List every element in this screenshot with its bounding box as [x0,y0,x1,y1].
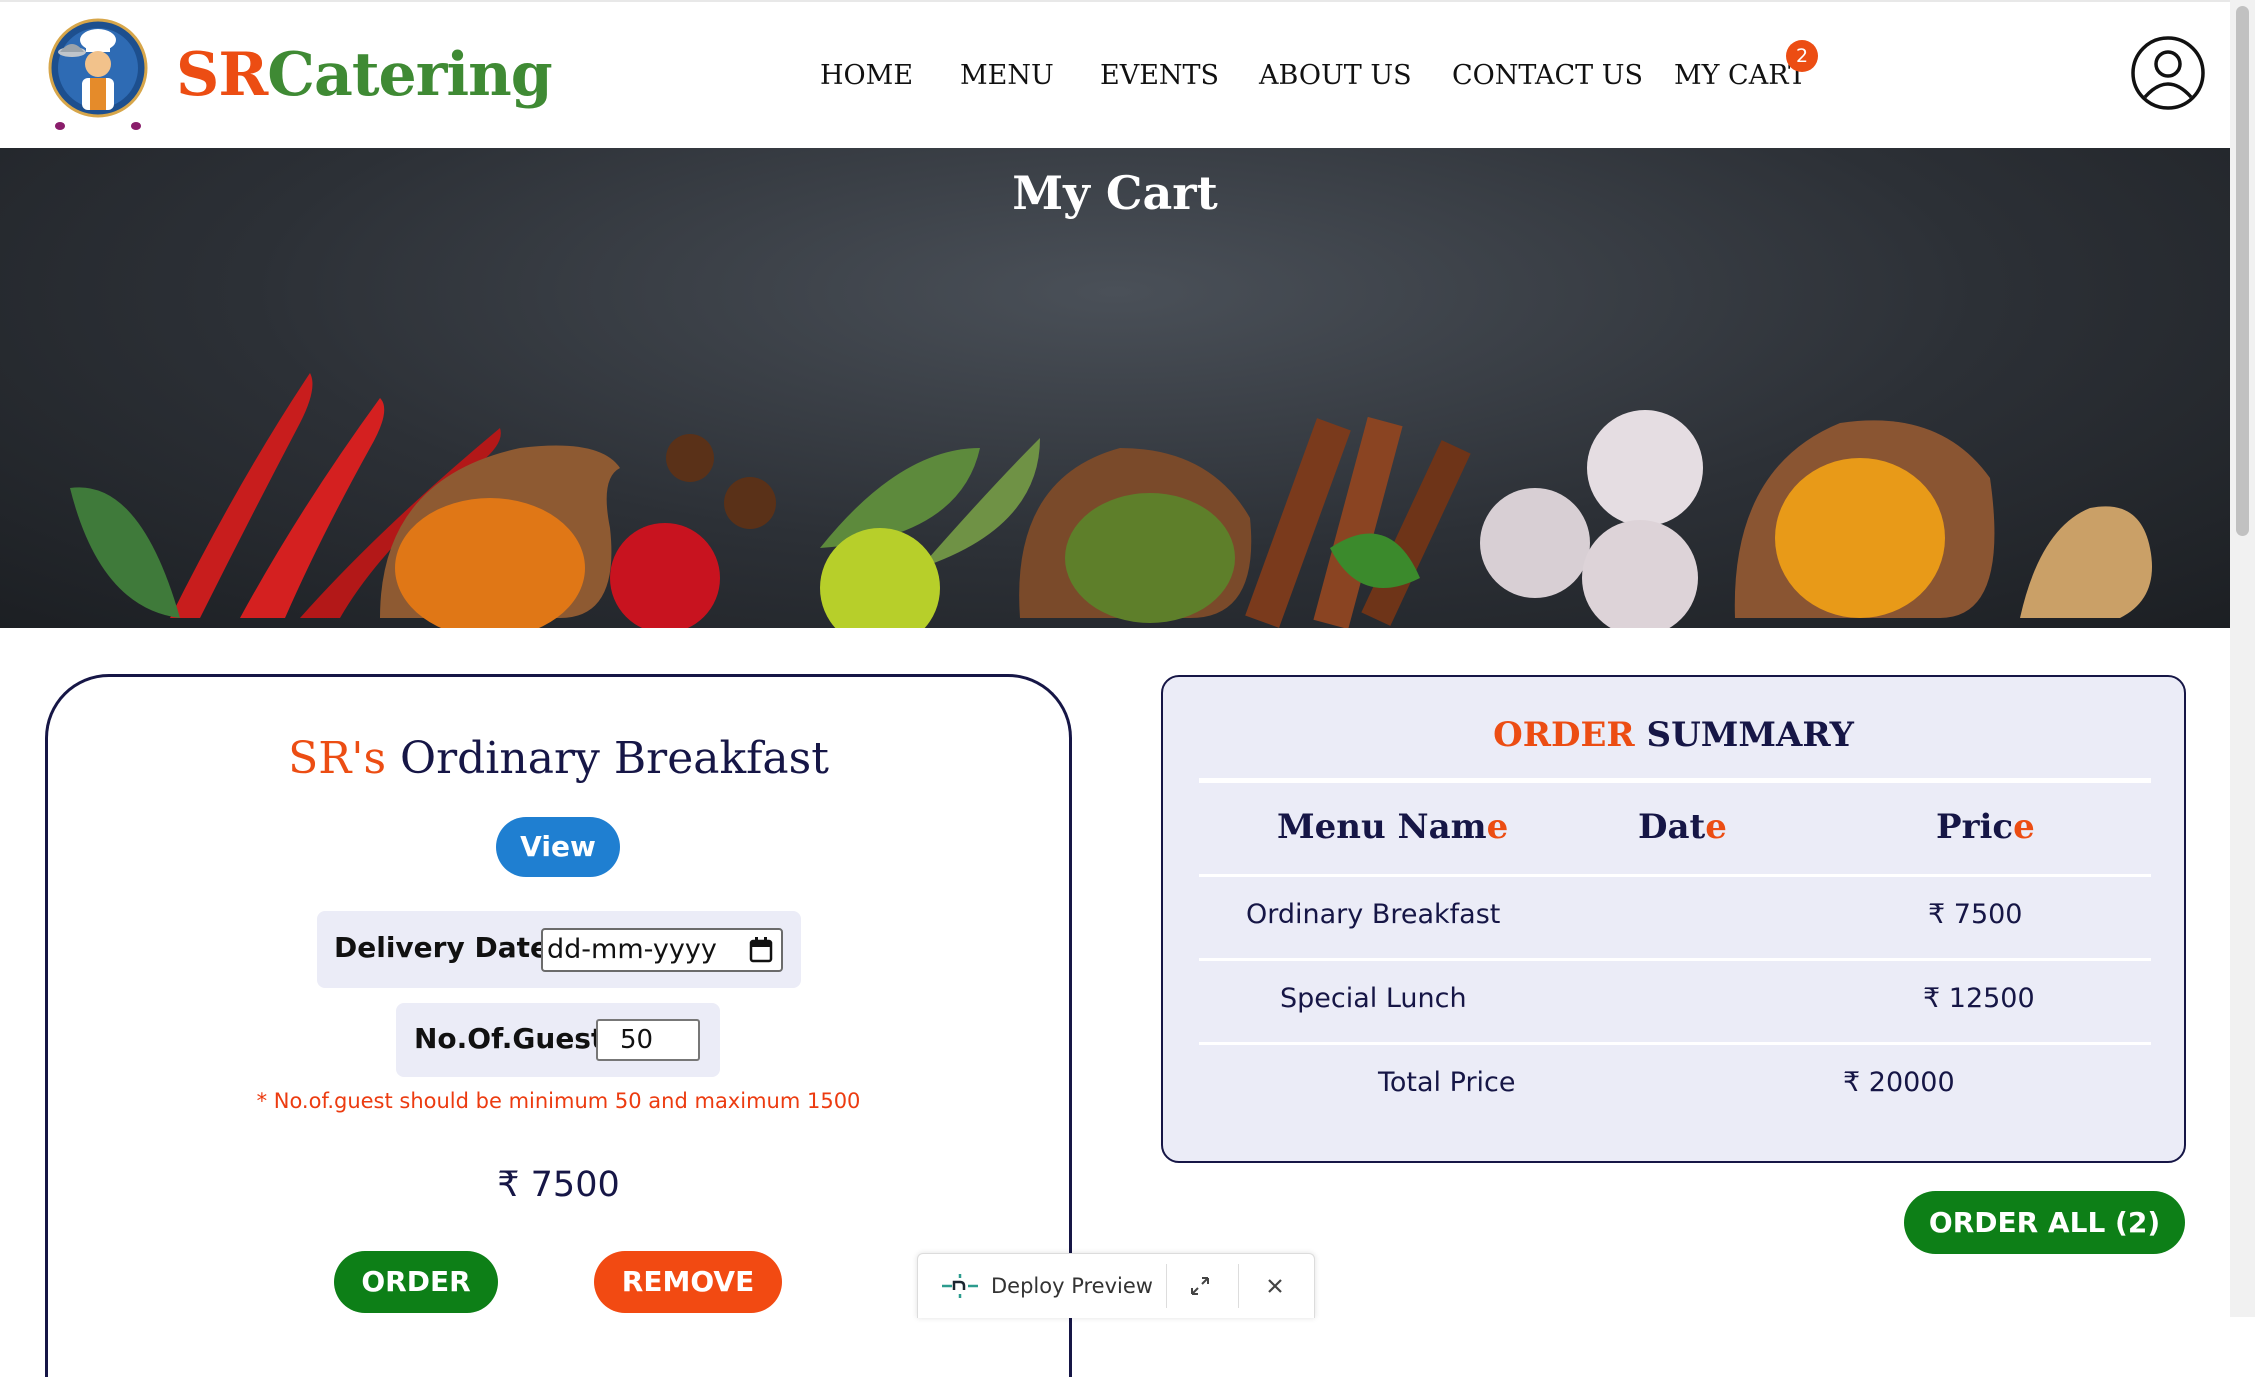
row-divider [1199,958,2151,961]
summary-row-price: ₹ 12500 [1923,983,2035,1014]
netlify-logo-icon [942,1274,978,1298]
guest-count-input[interactable]: 50 [596,1019,700,1061]
col-header-price: Price [1936,807,2035,847]
page-title: My Cart [1012,166,1218,220]
guest-count-group: No.Of.Guest: 50 [396,1003,720,1077]
summary-row-price: ₹ 7500 [1928,899,2023,930]
remove-button[interactable]: REMOVE [594,1251,782,1313]
expand-icon[interactable] [1188,1274,1212,1298]
nav-contact-us[interactable]: CONTACT US [1452,60,1643,91]
total-price-label: Total Price [1378,1067,1516,1098]
divider [1166,1264,1167,1308]
col-header-price-last: e [2013,807,2035,847]
hero-banner: My Cart [0,148,2230,628]
delivery-date-label: Delivery Date: [334,931,561,964]
brand-name[interactable]: SRCatering [176,40,553,110]
col-header-menu-name-last: e [1486,807,1509,847]
item-title-name: Ordinary Breakfast [400,733,829,784]
delivery-date-input[interactable]: dd-mm-yyyy [541,928,783,972]
nav-home[interactable]: HOME [820,60,913,91]
summary-title-orange: ORDER [1493,715,1635,755]
calendar-icon[interactable] [749,937,773,963]
col-header-price-main: Pric [1936,807,2014,847]
close-icon[interactable] [1265,1276,1285,1296]
nav-about-us[interactable]: ABOUT US [1259,60,1412,91]
summary-divider [1199,778,2151,783]
date-placeholder: dd-mm-yyyy [547,934,717,965]
nav-my-cart[interactable]: MY CART [1674,60,1806,91]
cart-count-badge: 2 [1786,40,1818,72]
spices-banner-image [70,373,2152,628]
summary-row-name: Ordinary Breakfast [1246,899,1501,930]
order-button[interactable]: ORDER [334,1251,498,1313]
col-header-date: Date [1638,807,1727,847]
scrollbar-thumb[interactable] [2236,6,2249,536]
order-summary-panel: ORDER SUMMARY Menu Name Date Price Ordin… [1161,675,2186,1163]
chef-logo-icon[interactable] [42,16,154,134]
user-account-icon[interactable] [2130,35,2206,111]
col-header-date-last: e [1705,807,1727,847]
brand-part-catering: Catering [267,40,552,110]
nav-events[interactable]: EVENTS [1100,60,1219,91]
order-all-button[interactable]: ORDER ALL (2) [1904,1191,2185,1254]
deploy-preview-bar: Deploy Preview [917,1253,1315,1318]
view-button[interactable]: View [496,817,620,877]
brand-part-sr: SR [176,40,268,110]
row-divider [1199,1042,2151,1045]
site-header: SRCatering HOME MENU EVENTS ABOUT US CON… [0,0,2230,150]
order-summary-title: ORDER SUMMARY [1163,715,2184,755]
guest-count-value: 50 [620,1025,654,1055]
col-header-date-main: Dat [1638,807,1706,847]
total-price-value: ₹ 20000 [1843,1067,1955,1098]
col-header-menu-name: Menu Name [1277,807,1508,847]
nav-menu[interactable]: MENU [960,60,1054,91]
guest-limit-note: * No.of.guest should be minimum 50 and m… [256,1089,861,1113]
page-scrollbar[interactable] [2230,0,2255,1317]
row-divider [1199,874,2151,877]
item-title-prefix: SR's [288,733,387,784]
item-title: SR's Ordinary Breakfast [48,733,1069,784]
summary-title-rest: SUMMARY [1646,715,1854,755]
guest-count-label: No.Of.Guest: [414,1022,616,1055]
summary-row-name: Special Lunch [1280,983,1467,1014]
col-header-menu-name-main: Menu Nam [1277,807,1487,847]
deploy-preview-label: Deploy Preview [991,1274,1153,1298]
divider [1238,1264,1239,1308]
item-price: ₹ 7500 [497,1165,620,1205]
delivery-date-group: Delivery Date: dd-mm-yyyy [317,911,801,988]
